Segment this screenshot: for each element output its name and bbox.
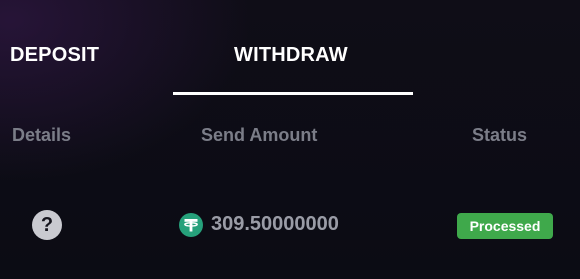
column-header-send-amount: Send Amount <box>201 125 318 145</box>
question-mark-icon[interactable]: ? <box>32 210 62 240</box>
active-tab-indicator <box>173 92 413 95</box>
table-row: ? 309.50000000 Processed <box>0 206 580 246</box>
status-badge: Processed <box>457 213 553 239</box>
send-amount-value: 309.50000000 <box>211 213 339 235</box>
tether-icon <box>179 213 203 237</box>
column-header-details: Details <box>12 125 72 145</box>
transaction-tabs: DEPOSIT WITHDRAW <box>0 0 580 96</box>
tab-deposit[interactable]: DEPOSIT <box>10 44 99 67</box>
tab-withdraw[interactable]: WITHDRAW <box>234 44 348 67</box>
column-header-status: Status <box>472 125 528 145</box>
